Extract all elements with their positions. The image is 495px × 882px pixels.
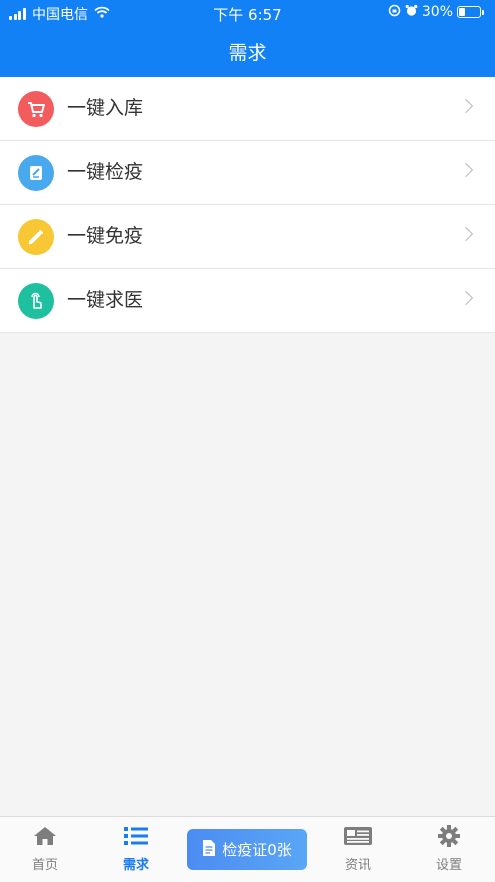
page-title: 需求 xyxy=(228,42,267,64)
certificate-button[interactable]: 检疫证0张 xyxy=(187,829,307,870)
syringe-icon xyxy=(18,219,54,255)
menu-item-label: 一键入库 xyxy=(67,97,144,119)
tab-label: 资讯 xyxy=(344,858,371,873)
home-icon xyxy=(5,823,85,849)
tab-news[interactable]: 资讯 xyxy=(318,823,398,873)
battery-percent: 30% xyxy=(421,4,453,20)
bottom-tab-bar: 首页 需求 检疫证0张 资讯 设置 xyxy=(0,816,495,882)
menu-item-label: 一键求医 xyxy=(67,289,144,311)
tab-needs[interactable]: 需求 xyxy=(96,823,176,873)
status-bar: 中国电信 下午 6:57 30% xyxy=(0,0,495,26)
status-right: 30% xyxy=(388,4,484,20)
chevron-right-icon xyxy=(458,98,474,114)
cart-icon xyxy=(18,91,54,127)
gear-icon xyxy=(409,823,489,849)
newspaper-icon xyxy=(318,823,398,849)
menu-item-label: 一键免疫 xyxy=(67,225,144,247)
hand-tap-icon xyxy=(18,283,54,319)
certificate-count-label: 检疫证0张 xyxy=(222,841,292,859)
needs-menu-list: 一键入库 一键检疫 一键免疫 一键求医 xyxy=(0,77,495,333)
tab-label: 设置 xyxy=(435,858,462,873)
menu-item-quarantine[interactable]: 一键检疫 xyxy=(0,141,495,205)
menu-item-immunization[interactable]: 一键免疫 xyxy=(0,205,495,269)
tab-home[interactable]: 首页 xyxy=(5,823,85,873)
chevron-right-icon xyxy=(458,290,474,306)
menu-item-seek-doctor[interactable]: 一键求医 xyxy=(0,269,495,333)
edit-note-icon xyxy=(18,155,54,191)
tab-settings[interactable]: 设置 xyxy=(409,823,489,873)
orientation-lock-icon xyxy=(388,4,401,20)
header-bar: 中国电信 下午 6:57 30% 需求 xyxy=(0,0,495,77)
document-icon xyxy=(202,839,216,861)
battery-icon xyxy=(457,6,484,18)
tab-label: 需求 xyxy=(122,858,149,873)
chevron-right-icon xyxy=(458,226,474,242)
menu-item-label: 一键检疫 xyxy=(67,161,144,183)
chevron-right-icon xyxy=(458,162,474,178)
list-icon xyxy=(96,823,176,849)
menu-item-stock-in[interactable]: 一键入库 xyxy=(0,77,495,141)
alarm-icon xyxy=(405,4,418,20)
tab-label: 首页 xyxy=(31,858,58,873)
